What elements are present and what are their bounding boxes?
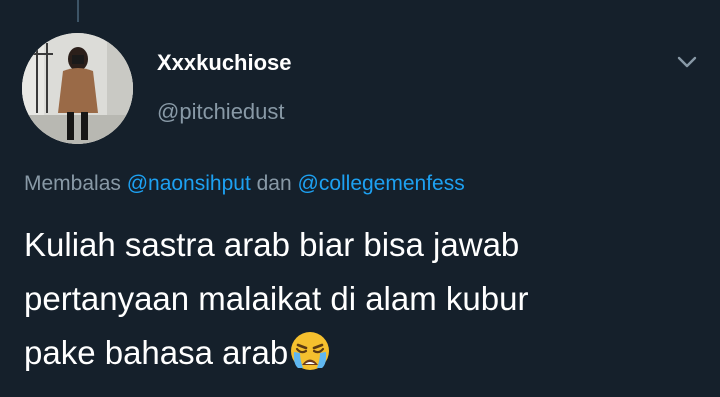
- loudly-crying-face-icon: [289, 330, 331, 372]
- user-handle[interactable]: @pitchiedust: [157, 99, 285, 125]
- reply-mention-naonsihput[interactable]: @naonsihput: [127, 172, 251, 195]
- reply-prefix: Membalas: [24, 172, 127, 195]
- reply-mention-collegemenfess[interactable]: @collegemenfess: [298, 172, 465, 195]
- tweet-text-line-1: Kuliah sastra arab biar bisa jawab: [24, 226, 520, 263]
- tweet-text-line-2: pertanyaan malaikat di alam kubur: [24, 280, 529, 317]
- chevron-down-icon[interactable]: [676, 54, 698, 70]
- thread-connector-line: [77, 0, 79, 22]
- tweet-text: Kuliah sastra arab biar bisa jawab perta…: [24, 218, 704, 380]
- display-name[interactable]: Xxxkuchiose: [157, 50, 292, 76]
- reply-context: Membalas @naonsihput dan @collegemenfess: [24, 172, 465, 196]
- tweet-text-line-3-wrap: pake bahasa arab: [24, 326, 704, 380]
- avatar[interactable]: [22, 33, 133, 144]
- reply-conjunction: dan: [250, 172, 298, 195]
- avatar-photo: [22, 33, 133, 144]
- tweet-text-line-3: pake bahasa arab: [24, 334, 289, 371]
